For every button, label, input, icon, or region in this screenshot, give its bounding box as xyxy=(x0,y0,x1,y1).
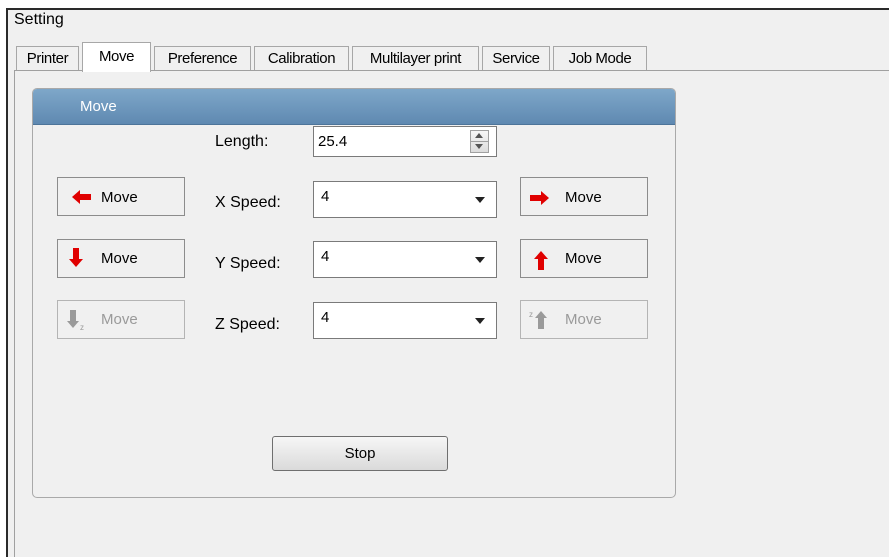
length-spin-buttons[interactable] xyxy=(470,130,489,153)
svg-text:z: z xyxy=(529,310,533,319)
y-speed-label: Y Speed: xyxy=(215,255,281,272)
tab-printer[interactable]: Printer xyxy=(16,46,79,71)
move-x-right-label: Move xyxy=(565,189,602,206)
x-speed-select[interactable] xyxy=(313,181,497,218)
spin-up-icon[interactable] xyxy=(475,133,483,138)
move-y-up-label: Move xyxy=(565,250,602,267)
tab-job-mode[interactable]: Job Mode xyxy=(553,46,647,71)
chevron-down-icon[interactable] xyxy=(475,257,485,263)
move-x-left-label: Move xyxy=(101,189,138,206)
z-speed-value[interactable]: 4 xyxy=(321,309,329,326)
spin-down-icon[interactable] xyxy=(475,144,483,149)
z-speed-select[interactable] xyxy=(313,302,497,339)
move-z-down-label: Move xyxy=(101,311,138,328)
arrow-right-icon xyxy=(530,191,549,205)
tab-move[interactable]: Move xyxy=(82,42,151,72)
z-down-icon: z xyxy=(67,310,84,331)
length-value[interactable]: 25.4 xyxy=(318,133,347,150)
chevron-down-icon[interactable] xyxy=(475,318,485,324)
move-y-down-label: Move xyxy=(101,250,138,267)
arrow-up-icon xyxy=(534,251,548,270)
tab-multilayer-print[interactable]: Multilayer print xyxy=(352,46,479,71)
x-speed-value[interactable]: 4 xyxy=(321,188,329,205)
y-speed-value[interactable]: 4 xyxy=(321,248,329,265)
arrow-down-icon xyxy=(69,248,83,267)
z-up-icon: z xyxy=(529,310,547,329)
tab-preference[interactable]: Preference xyxy=(154,46,251,71)
move-group-title: Move xyxy=(80,98,117,115)
window-title: Setting xyxy=(14,11,64,28)
stop-button-label[interactable]: Stop xyxy=(272,445,448,462)
tab-calibration[interactable]: Calibration xyxy=(254,46,349,71)
y-speed-select[interactable] xyxy=(313,241,497,278)
move-z-up-label: Move xyxy=(565,311,602,328)
svg-text:z: z xyxy=(80,323,84,331)
x-speed-label: X Speed: xyxy=(215,194,281,211)
tab-service[interactable]: Service xyxy=(482,46,550,71)
move-group-header xyxy=(33,89,675,125)
length-label: Length: xyxy=(215,133,269,150)
arrow-left-icon xyxy=(72,190,91,204)
z-speed-label: Z Speed: xyxy=(215,316,280,333)
chevron-down-icon[interactable] xyxy=(475,197,485,203)
tab-page-border xyxy=(14,71,15,557)
